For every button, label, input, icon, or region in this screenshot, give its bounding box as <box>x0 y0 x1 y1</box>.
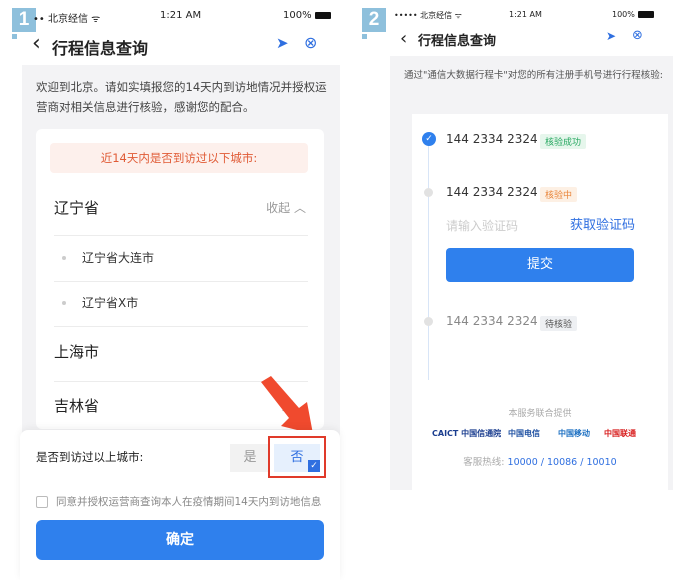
bullet-icon <box>62 300 66 305</box>
province-name: 辽宁省 <box>54 199 100 217</box>
province-name: 吉林省 <box>54 397 100 415</box>
status-tag-waiting: 待核验 <box>540 316 578 331</box>
province-name: 上海市 <box>54 343 100 361</box>
status-tag-success: 核验成功 <box>540 134 587 149</box>
carrier-label: ••••• 北京经信 ᯤ <box>394 11 462 20</box>
city-name: 辽宁省大连市 <box>82 251 155 265</box>
screenshot-panel-1: 1 •• 北京经信 ᯤ 1:21 AM 100% ‹ 行程信息查询 ➤ ⊗ 欢迎… <box>0 0 345 580</box>
location-arrow-icon[interactable]: ➤ <box>276 34 289 52</box>
no-button-label: 否 <box>290 450 304 465</box>
status-tag-pending: 核验中 <box>540 187 578 202</box>
consent-checkbox[interactable] <box>36 496 48 508</box>
province-row[interactable]: 辽宁省 收起 ︿ <box>54 197 308 236</box>
verification-code-input[interactable]: 请输入验证码 <box>446 217 518 234</box>
timeline-dot <box>424 188 433 197</box>
carrier-label: •• 北京经信 ᯤ <box>33 14 101 25</box>
hotline-label: 客服热线: <box>463 457 505 468</box>
caict-logo: CAICT 中国信通院 <box>432 429 502 438</box>
location-arrow-icon[interactable]: ➤ <box>606 29 616 43</box>
visited-question: 是否到访过以上城市: <box>36 450 144 464</box>
yes-button[interactable]: 是 <box>230 444 270 472</box>
close-circle-icon[interactable]: ⊗ <box>632 28 643 43</box>
partner-logos: CAICT 中国信通院 中国电信 中国移动 中国联通 <box>412 428 668 442</box>
city-item: 辽宁省大连市 <box>54 247 308 282</box>
status-bar: •• 北京经信 ᯤ 1:21 AM 100% <box>0 8 345 26</box>
battery-status: 100% <box>283 10 331 21</box>
bullet-icon <box>62 255 66 260</box>
city-name: 辽宁省X市 <box>82 296 139 310</box>
timeline-dot <box>424 317 433 326</box>
city-item: 辽宁省X市 <box>54 292 308 327</box>
collapse-toggle[interactable]: 收起 ︿ <box>266 199 306 216</box>
bottom-sheet: 是否到访过以上城市: 是 否 ✓ 同意并授权运营商查询本人在疫情期间14天内到访地… <box>20 430 340 580</box>
intro-text: 欢迎到北京。请如实填报您的14天内到访地情况并授权运营商对相关信息进行核验，感谢… <box>36 80 327 114</box>
page-title: 行程信息查询 <box>52 41 149 58</box>
selected-check-icon: ✓ <box>308 460 320 472</box>
verification-card: ✓ 144 2334 2324 核验成功 144 2334 2324 核验中 请… <box>412 114 668 490</box>
close-circle-icon[interactable]: ⊗ <box>304 33 317 52</box>
highlight-box: 否 ✓ <box>268 436 326 478</box>
title-bar: ‹ 行程信息查询 ➤ ⊗ <box>0 30 345 62</box>
battery-percent: 100% <box>612 10 635 19</box>
no-button[interactable]: 否 ✓ <box>274 444 320 472</box>
battery-status: 100% <box>612 10 654 19</box>
battery-percent: 100% <box>283 10 312 21</box>
get-code-link[interactable]: 获取验证码 <box>570 214 635 233</box>
screenshot-panel-2: 2 ••••• 北京经信 ᯤ 1:21 AM 100% ‹ 行程信息查询 ➤ ⊗… <box>352 0 673 580</box>
back-chevron-icon[interactable]: ‹ <box>400 28 407 50</box>
intro-text: 通过"通信大数据行程卡"对您的所有注册手机号进行行程核验: <box>404 70 663 81</box>
phone-number: 144 2334 2324 <box>446 185 538 199</box>
check-circle-icon: ✓ <box>422 132 436 146</box>
china-unicom-logo: 中国联通 <box>604 429 636 438</box>
hotline-numbers[interactable]: 10000 / 10086 / 10010 <box>508 457 617 468</box>
status-time: 1:21 AM <box>509 10 542 19</box>
china-telecom-logo: 中国电信 <box>508 429 540 438</box>
status-bar: ••••• 北京经信 ᯤ 1:21 AM 100% <box>352 8 673 26</box>
phone-number: 144 2334 2324 <box>446 314 538 328</box>
submit-button[interactable]: 提交 <box>446 248 634 282</box>
provided-by-label: 本服务联合提供 <box>508 409 572 419</box>
page-title: 行程信息查询 <box>418 33 497 48</box>
china-mobile-logo: 中国移动 <box>558 429 590 438</box>
battery-icon <box>314 11 331 19</box>
status-time: 1:21 AM <box>160 10 202 21</box>
consent-row[interactable]: 同意并授权运营商查询本人在疫情期间14天内到访地信息 <box>36 494 321 509</box>
red-pointer-arrow-icon <box>261 376 313 434</box>
timeline-line <box>428 140 429 380</box>
consent-text: 同意并授权运营商查询本人在疫情期间14天内到访地信息 <box>56 496 322 508</box>
main-content: 通过"通信大数据行程卡"对您的所有注册手机号进行行程核验: ✓ 144 2334… <box>390 56 673 490</box>
battery-icon <box>637 11 654 18</box>
hotline: 客服热线: 10000 / 10086 / 10010 <box>412 454 668 468</box>
back-chevron-icon[interactable]: ‹ <box>32 33 41 55</box>
confirm-button[interactable]: 确定 <box>36 520 324 560</box>
title-bar: ‹ 行程信息查询 ➤ ⊗ <box>352 26 673 58</box>
phone-number: 144 2334 2324 <box>446 132 538 146</box>
visit-notice: 近14天内是否到访过以下城市: <box>50 143 308 173</box>
